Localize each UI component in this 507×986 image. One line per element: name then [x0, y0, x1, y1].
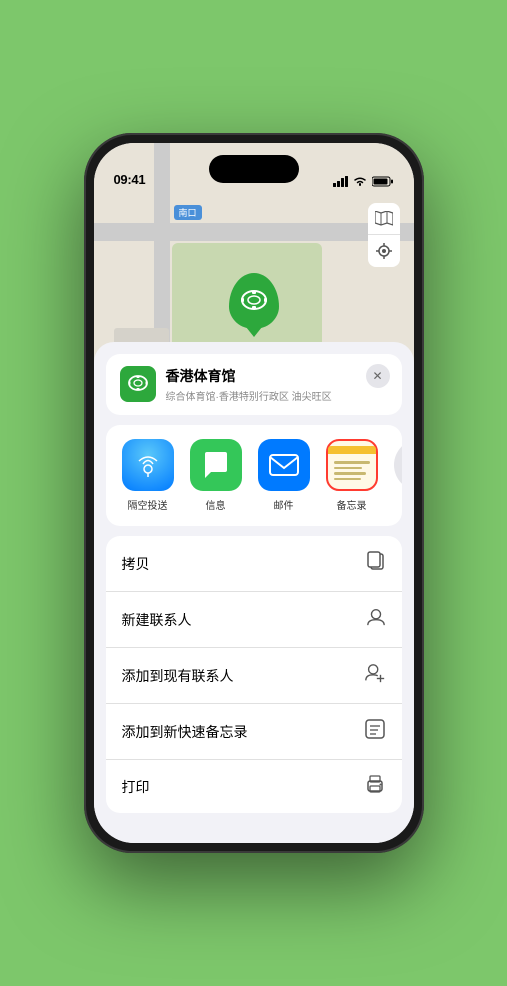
- map-controls: [368, 203, 400, 267]
- action-copy-label: 拷贝: [122, 554, 150, 574]
- wifi-icon: [353, 176, 367, 187]
- action-new-contact-label: 新建联系人: [122, 610, 192, 630]
- share-item-messages[interactable]: 信息: [182, 439, 250, 512]
- venue-stadium-icon: [126, 372, 150, 396]
- copy-svg: [366, 550, 386, 572]
- venue-name: 香港体育馆: [166, 366, 388, 386]
- phone-frame: 09:41: [84, 133, 424, 853]
- action-new-contact[interactable]: 新建联系人: [106, 592, 402, 648]
- status-time: 09:41: [114, 172, 146, 187]
- action-add-contact-label: 添加到现有联系人: [122, 666, 234, 686]
- new-contact-icon: [366, 606, 386, 633]
- share-item-airdrop[interactable]: 隔空投送: [114, 439, 182, 512]
- action-copy[interactable]: 拷贝: [106, 536, 402, 592]
- add-contact-icon: [364, 662, 386, 689]
- action-print-label: 打印: [122, 777, 150, 797]
- new-contact-svg: [366, 606, 386, 628]
- venue-icon: [120, 366, 156, 402]
- battery-icon: [372, 176, 394, 187]
- add-contact-svg: [364, 662, 386, 684]
- messages-label: 信息: [206, 497, 226, 512]
- action-print[interactable]: 打印: [106, 760, 402, 813]
- share-item-more[interactable]: 提: [386, 439, 402, 512]
- mail-svg: [268, 451, 300, 479]
- map-view-button[interactable]: [368, 203, 400, 235]
- venue-card: 香港体育馆 综合体育馆·香港特别行政区 油尖旺区 ✕: [106, 354, 402, 415]
- messages-icon: [190, 439, 242, 491]
- share-item-mail[interactable]: 邮件: [250, 439, 318, 512]
- location-icon: [376, 243, 392, 259]
- action-add-contact[interactable]: 添加到现有联系人: [106, 648, 402, 704]
- more-icon: [394, 439, 402, 491]
- share-row: 隔空投送 信息: [106, 425, 402, 526]
- notes-label: 备忘录: [337, 497, 367, 512]
- pin-icon: [229, 273, 279, 329]
- quick-note-icon: [364, 718, 386, 745]
- action-quick-note-label: 添加到新快速备忘录: [122, 722, 248, 742]
- signal-icon: [333, 176, 348, 187]
- airdrop-svg: [134, 451, 162, 479]
- dynamic-island: [209, 155, 299, 183]
- quick-note-svg: [364, 718, 386, 740]
- mail-icon: [258, 439, 310, 491]
- airdrop-icon: [122, 439, 174, 491]
- bottom-sheet: 香港体育馆 综合体育馆·香港特别行政区 油尖旺区 ✕: [94, 342, 414, 843]
- phone-screen: 09:41: [94, 143, 414, 843]
- airdrop-label: 隔空投送: [128, 497, 168, 512]
- print-icon: [364, 774, 386, 799]
- share-item-notes[interactable]: 备忘录: [318, 439, 386, 512]
- venue-subtitle: 综合体育馆·香港特别行政区 油尖旺区: [166, 388, 388, 403]
- location-button[interactable]: [368, 235, 400, 267]
- copy-icon: [366, 550, 386, 577]
- map-view-icon: [375, 211, 393, 227]
- close-button[interactable]: ✕: [366, 364, 390, 388]
- venue-info: 香港体育馆 综合体育馆·香港特别行政区 油尖旺区: [166, 366, 388, 403]
- mail-label: 邮件: [274, 497, 294, 512]
- stadium-icon: [239, 286, 269, 316]
- action-list: 拷贝 新建联系人: [106, 536, 402, 813]
- messages-svg: [201, 450, 231, 480]
- map-label: 南口: [174, 205, 202, 220]
- print-svg: [364, 774, 386, 794]
- status-icons: [333, 176, 394, 187]
- notes-icon: [326, 439, 378, 491]
- action-quick-note[interactable]: 添加到新快速备忘录: [106, 704, 402, 760]
